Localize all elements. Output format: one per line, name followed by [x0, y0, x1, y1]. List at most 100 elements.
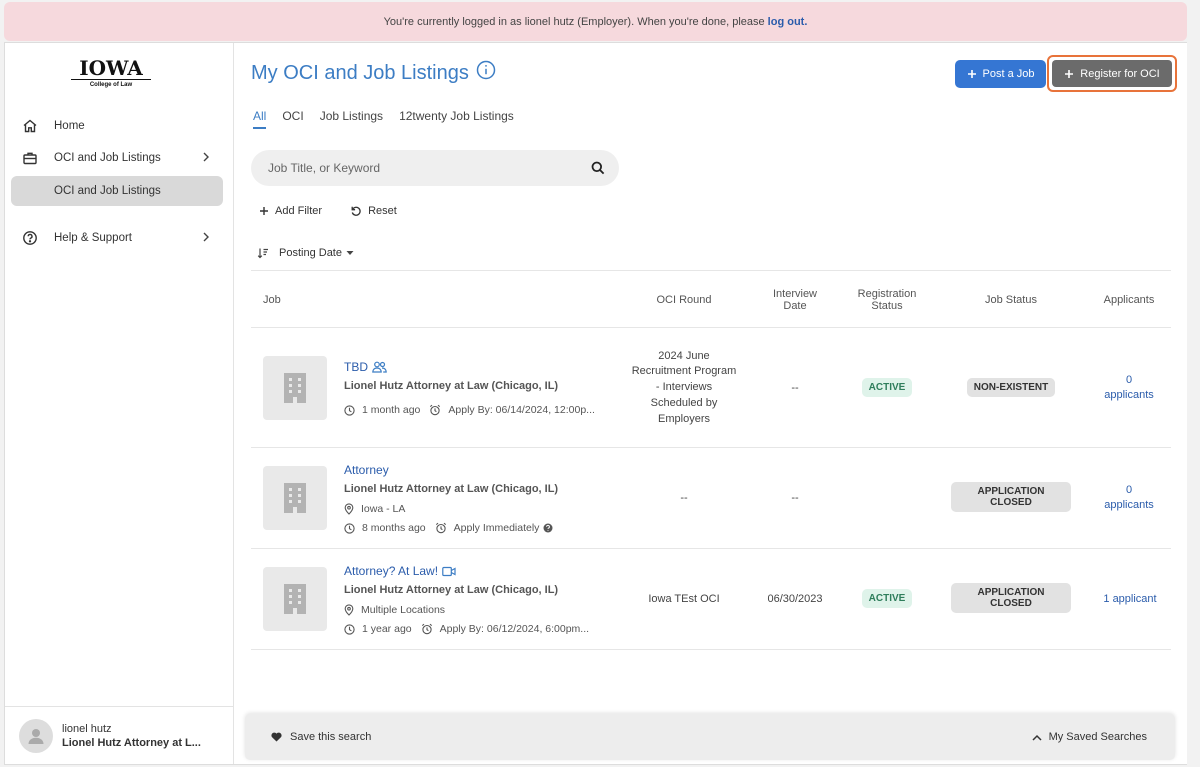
post-job-label: Post a Job — [982, 68, 1035, 80]
plus-icon — [967, 69, 977, 79]
search-bar — [251, 150, 619, 186]
location-pin-icon — [344, 604, 354, 616]
sidebar-subitem-oci-job-listings[interactable]: OCI and Job Listings — [11, 176, 223, 206]
employer-name: Lionel Hutz Attorney at Law (Chicago, IL… — [344, 483, 559, 495]
table-row[interactable]: Attorney? At Law! Lionel Hutz Attorney a… — [251, 549, 1171, 650]
page-title-text: My OCI and Job Listings — [251, 61, 469, 84]
impersonation-banner: You're currently logged in as lionel hut… — [4, 2, 1187, 41]
applicants-link[interactable]: 0 applicants — [1103, 483, 1155, 513]
my-saved-searches-label: My Saved Searches — [1048, 731, 1147, 743]
tab-oci[interactable]: OCI — [282, 109, 303, 129]
job-meta: 8 months ago Apply Immediately — [344, 522, 553, 534]
chevron-right-icon — [201, 151, 211, 166]
table-header: Job OCI Round Interview Date Registratio… — [251, 270, 1171, 328]
status-badge: ACTIVE — [861, 588, 913, 608]
location-pin-icon — [344, 503, 354, 515]
tab-job-listings[interactable]: Job Listings — [320, 109, 383, 129]
interview-date-cell: 06/30/2023 — [767, 593, 823, 605]
help-icon — [21, 229, 39, 247]
iowa-law-logo[interactable]: IOWA College of Law — [71, 57, 151, 88]
sidebar-item-label: OCI and Job Listings — [54, 152, 161, 164]
user-organization: Lionel Hutz Attorney at L... — [62, 736, 201, 749]
reset-label: Reset — [368, 205, 397, 217]
status-badge: APPLICATION CLOSED — [951, 583, 1071, 613]
tab-all[interactable]: All — [253, 109, 267, 129]
alarm-icon — [429, 404, 441, 416]
status-badge: ACTIVE — [861, 377, 913, 397]
employer-name: Lionel Hutz Attorney at Law (Chicago, IL… — [344, 584, 559, 596]
chevron-right-icon — [201, 231, 211, 246]
reset-icon — [350, 205, 362, 217]
location-text: Multiple Locations — [361, 604, 446, 616]
saved-search-bar: Save this search My Saved Searches — [245, 714, 1175, 760]
post-job-button[interactable]: Post a Job — [955, 60, 1046, 88]
sort-icon — [257, 247, 269, 259]
job-title-link[interactable]: Attorney? At Law! — [344, 564, 456, 578]
building-icon — [282, 483, 308, 513]
location-text: Iowa - LA — [361, 503, 406, 515]
job-meta: 1 month ago Apply By: 06/14/2024, 12:00p… — [344, 404, 595, 416]
applicants-link[interactable]: 0 applicants — [1103, 373, 1155, 403]
apply-deadline: Apply By: 06/12/2024, 6:00pm... — [439, 623, 590, 635]
avatar — [19, 718, 53, 753]
table-row[interactable]: Attorney Lionel Hutz Attorney at Law (Ch… — [251, 448, 1171, 549]
applicants-cell: 0 applicants — [1103, 372, 1155, 404]
reset-button[interactable]: Reset — [350, 205, 411, 217]
info-icon[interactable] — [476, 60, 496, 86]
page-title: My OCI and Job Listings — [251, 60, 496, 86]
sort-label: Posting Date — [279, 247, 342, 259]
sort-dropdown[interactable]: Posting Date — [257, 247, 354, 259]
register-oci-button[interactable]: Register for OCI — [1052, 60, 1172, 87]
home-icon — [21, 117, 39, 135]
sidebar-item-label: OCI and Job Listings — [54, 185, 161, 197]
job-title-link[interactable]: TBD — [344, 360, 387, 374]
job-status-cell: NON-EXISTENT — [951, 376, 1071, 398]
tab-12twenty-job-listings[interactable]: 12twenty Job Listings — [399, 109, 514, 129]
caret-down-icon — [346, 250, 354, 256]
search-icon[interactable] — [591, 161, 605, 178]
posted-time: 1 month ago — [362, 404, 421, 416]
column-header-interview-date: Interview Date — [772, 288, 818, 312]
search-input[interactable] — [268, 161, 578, 175]
interview-date-cell: -- — [791, 382, 799, 394]
building-icon — [282, 373, 308, 403]
sidebar-item-help-support[interactable]: Help & Support — [11, 223, 223, 253]
posted-time: 8 months ago — [362, 522, 426, 534]
job-title-text: Attorney — [344, 463, 389, 477]
column-header-job: Job — [263, 294, 281, 306]
logo-subtitle: College of Law — [89, 82, 133, 88]
add-filter-button[interactable]: Add Filter — [259, 205, 336, 217]
oci-round-cell: 2024 June Recruitment Program - Intervie… — [631, 349, 737, 425]
question-icon[interactable] — [543, 523, 553, 533]
banner-text: You're currently logged in as lionel hut… — [383, 15, 765, 28]
users-icon — [372, 361, 387, 373]
table-row[interactable]: TBD Lionel Hutz Attorney at Law (Chicago… — [251, 328, 1171, 448]
job-location: Multiple Locations — [344, 604, 445, 616]
registration-status-cell: ACTIVE — [847, 587, 927, 609]
column-header-job-status: Job Status — [985, 294, 1037, 306]
job-status-cell: APPLICATION CLOSED — [951, 583, 1071, 613]
video-icon — [442, 566, 456, 577]
main-content: My OCI and Job Listings Post a Job Regis… — [235, 43, 1187, 764]
listing-tabs: All OCI Job Listings 12twenty Job Listin… — [253, 109, 530, 129]
briefcase-icon — [21, 149, 39, 167]
sidebar-item-oci-job-listings[interactable]: OCI and Job Listings — [11, 143, 223, 173]
applicants-cell: 0 applicants — [1103, 482, 1155, 514]
chevron-up-icon — [1032, 734, 1042, 741]
clock-icon — [344, 623, 355, 635]
oci-round-cell: Iowa TEst OCI — [648, 593, 720, 605]
apply-deadline: Apply Immediately — [453, 522, 540, 534]
plus-icon — [259, 206, 269, 216]
sidebar-item-home[interactable]: Home — [11, 111, 223, 141]
logout-link[interactable]: log out. — [768, 16, 808, 28]
alarm-icon — [421, 623, 433, 635]
interview-date-cell: -- — [791, 492, 799, 504]
sidebar-item-label: Help & Support — [54, 232, 132, 244]
save-search-button[interactable]: Save this search — [271, 731, 371, 743]
applicants-link[interactable]: 1 applicant — [1103, 592, 1156, 607]
user-name: lionel hutz — [62, 722, 112, 735]
user-profile[interactable]: lionel hutz Lionel Hutz Attorney at L... — [5, 706, 234, 764]
clock-icon — [344, 522, 355, 534]
my-saved-searches-button[interactable]: My Saved Searches — [1032, 731, 1147, 743]
job-title-link[interactable]: Attorney — [344, 463, 389, 477]
